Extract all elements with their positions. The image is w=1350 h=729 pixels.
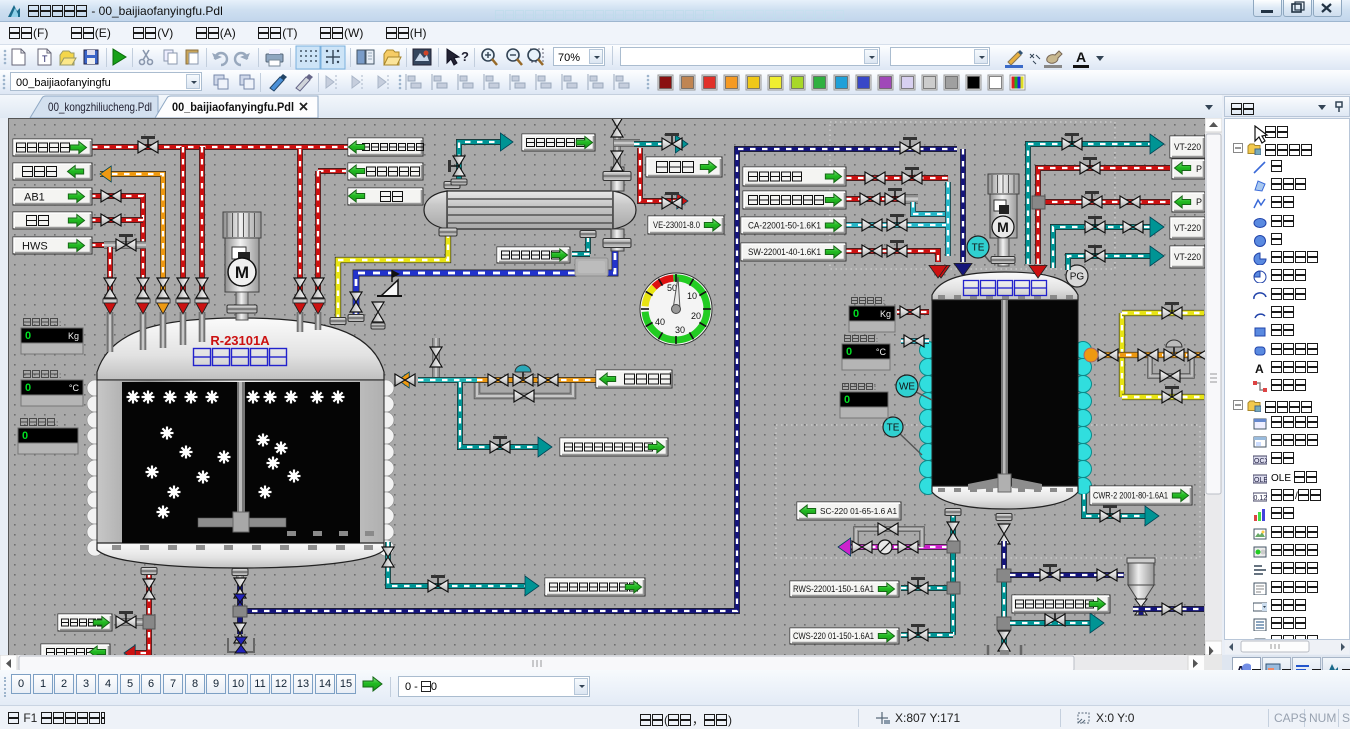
svg-text:00_baijiaofanyingfu.Pdl: 00_baijiaofanyingfu.Pdl bbox=[172, 100, 294, 114]
svg-text:30: 30 bbox=[675, 325, 685, 335]
svg-text:A: A bbox=[1076, 49, 1086, 65]
svg-text::: : bbox=[59, 319, 61, 328]
svg-text:SC-220 01-65-1.6 A1: SC-220 01-65-1.6 A1 bbox=[820, 506, 897, 516]
svg-text:OCX: OCX bbox=[1254, 458, 1267, 465]
svg-text:?: ? bbox=[461, 49, 469, 64]
svg-text:0: 0 bbox=[844, 394, 850, 406]
svg-text:10: 10 bbox=[687, 291, 697, 301]
svg-text:00_kongzhiliucheng.Pdl: 00_kongzhiliucheng.Pdl bbox=[48, 100, 152, 114]
svg-text:VE-23001-8.0: VE-23001-8.0 bbox=[653, 220, 700, 230]
svg-text:CA-22001-50-1.6K1: CA-22001-50-1.6K1 bbox=[748, 221, 821, 231]
svg-text:SW-22001-40-1.6K1: SW-22001-40-1.6K1 bbox=[748, 247, 821, 257]
svg-text:20: 20 bbox=[691, 311, 701, 321]
svg-text:T: T bbox=[42, 54, 48, 64]
svg-text:0: 0 bbox=[22, 430, 28, 442]
svg-text::: : bbox=[56, 419, 58, 428]
svg-text:°C: °C bbox=[69, 383, 80, 393]
svg-text:M: M bbox=[235, 263, 249, 282]
svg-text:40: 40 bbox=[655, 317, 665, 327]
svg-text:OLE: OLE bbox=[1254, 477, 1267, 484]
svg-text:HWS: HWS bbox=[22, 240, 48, 252]
svg-text::: : bbox=[876, 337, 878, 344]
svg-text:CWR-2 2001-80-1.6A1: CWR-2 2001-80-1.6A1 bbox=[1093, 491, 1168, 501]
svg-text:AB1: AB1 bbox=[24, 191, 45, 203]
svg-text:TE: TE bbox=[887, 423, 900, 434]
svg-text:PG: PG bbox=[1070, 272, 1085, 283]
svg-text:RWS-22001-150-1.6A1: RWS-22001-150-1.6A1 bbox=[793, 584, 874, 594]
svg-text:Kg: Kg bbox=[68, 331, 79, 341]
svg-text:°C: °C bbox=[876, 347, 887, 357]
svg-text:A: A bbox=[1255, 362, 1264, 375]
svg-text:0.12: 0.12 bbox=[1254, 495, 1268, 502]
svg-text::: : bbox=[874, 385, 876, 392]
svg-text:VT-220: VT-220 bbox=[1174, 142, 1201, 152]
svg-text:0: 0 bbox=[853, 308, 859, 320]
svg-text:VT-220: VT-220 bbox=[1174, 252, 1201, 262]
svg-text:TE: TE bbox=[972, 243, 985, 254]
svg-text:Kg: Kg bbox=[880, 309, 891, 319]
svg-text:0: 0 bbox=[25, 382, 31, 394]
svg-text::: : bbox=[883, 299, 885, 306]
svg-text:VT-220: VT-220 bbox=[1174, 223, 1201, 233]
svg-text:0: 0 bbox=[846, 346, 852, 358]
svg-text:WE: WE bbox=[899, 382, 915, 393]
svg-text:P: P bbox=[1196, 164, 1202, 174]
svg-text:P: P bbox=[1196, 197, 1202, 207]
svg-text:R-23101A: R-23101A bbox=[210, 333, 270, 348]
svg-text:0: 0 bbox=[25, 330, 31, 342]
svg-text:M: M bbox=[997, 219, 1009, 235]
svg-text:CWS-220 01-150-1.6A1: CWS-220 01-150-1.6A1 bbox=[793, 631, 874, 641]
svg-text::: : bbox=[59, 371, 61, 380]
